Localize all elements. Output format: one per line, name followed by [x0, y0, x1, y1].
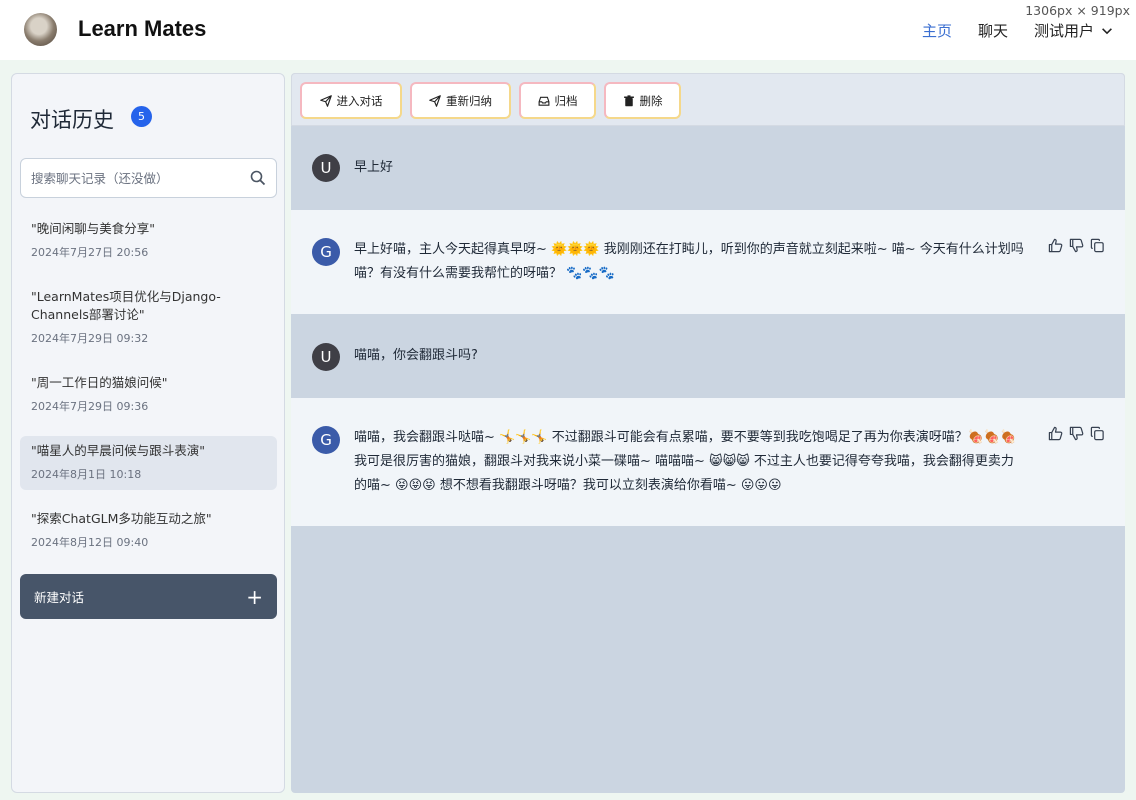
top-nav-bar: Learn Mates 主页 聊天 测试用户: [0, 0, 1136, 60]
delete-label: 删除: [639, 93, 663, 108]
conversation-item[interactable]: "探索ChatGLM多功能互动之旅" 2024年8月12日 09:40: [20, 504, 277, 558]
chevron-down-icon: [1102, 27, 1112, 34]
logo-avatar[interactable]: [24, 13, 57, 46]
thumbs-down-icon[interactable]: [1069, 426, 1084, 441]
message-actions: [1048, 426, 1105, 441]
conversation-date: 2024年7月27日 20:56: [31, 246, 149, 259]
thumbs-up-icon[interactable]: [1048, 426, 1063, 441]
search-icon[interactable]: [250, 170, 266, 186]
send-icon: [319, 94, 332, 107]
assistant-message: G 喵喵，我会翻跟斗哒喵~ 🤸🤸🤸 不过翻跟斗可能会有点累喵，要不要等到我吃饱喝…: [291, 398, 1125, 526]
conversation-item-active[interactable]: "喵星人的早晨问候与跟斗表演" 2024年8月1日 10:18: [20, 436, 277, 490]
assistant-avatar: G: [312, 238, 340, 266]
message-actions: [1048, 238, 1105, 253]
chat-panel: 进入对话 重新归纳 归档 删除 U 早上好 G 早上好喵，主人今天起得真早呀~ …: [291, 73, 1125, 793]
user-avatar: U: [312, 154, 340, 182]
enter-chat-label: 进入对话: [336, 93, 383, 108]
conversation-list: "晚间闲聊与美食分享" 2024年7月27日 20:56 "LearnMates…: [20, 214, 277, 572]
thumbs-down-icon[interactable]: [1069, 238, 1084, 253]
sidebar-title: 对话历史: [30, 108, 114, 132]
send-icon: [429, 94, 441, 107]
nav-chat-link[interactable]: 聊天: [978, 20, 1008, 41]
conversation-title: "周一工作日的猫娘问候": [31, 375, 168, 390]
user-menu-label: 测试用户: [1034, 22, 1095, 40]
conversation-title: "喵星人的早晨问候与跟斗表演": [31, 443, 205, 458]
conversation-count-badge: 5: [131, 106, 152, 127]
conversation-date: 2024年8月1日 10:18: [31, 468, 142, 481]
search-input[interactable]: [31, 170, 250, 186]
screen-size-overlay: 1306px × 919px: [1023, 3, 1132, 18]
conversation-title: "LearnMates项目优化与Django-Channels部署讨论": [31, 289, 221, 322]
conversation-sidebar: 对话历史 5 "晚间闲聊与美食分享" 2024年7月27日 20:56 "Lea…: [11, 73, 285, 793]
delete-button[interactable]: 删除: [604, 82, 681, 119]
conversation-date: 2024年8月12日 09:40: [31, 536, 149, 549]
assistant-avatar: G: [312, 426, 340, 454]
message-text: 喵喵，我会翻跟斗哒喵~ 🤸🤸🤸 不过翻跟斗可能会有点累喵，要不要等到我吃饱喝足了…: [354, 430, 1017, 493]
conversation-item[interactable]: "晚间闲聊与美食分享" 2024年7月27日 20:56: [20, 214, 277, 268]
message-text: 早上好: [354, 160, 394, 175]
enter-chat-button[interactable]: 进入对话: [300, 82, 402, 119]
copy-icon[interactable]: [1090, 238, 1105, 253]
archive-label: 归档: [554, 93, 578, 108]
conversation-date: 2024年7月29日 09:36: [31, 400, 149, 413]
user-avatar: U: [312, 343, 340, 371]
search-box: [20, 158, 277, 198]
conversation-title: "晚间闲聊与美食分享": [31, 221, 155, 236]
chat-toolbar: 进入对话 重新归纳 归档 删除: [291, 73, 1125, 126]
archive-button[interactable]: 归档: [519, 82, 596, 119]
new-chat-label: 新建对话: [34, 590, 85, 605]
assistant-message: G 早上好喵，主人今天起得真早呀~ 🌞🌞🌞 我刚刚还在打盹儿，听到你的声音就立刻…: [291, 210, 1125, 314]
user-message: U 早上好: [291, 126, 1125, 210]
inbox-icon: [538, 96, 549, 106]
conversation-title: "探索ChatGLM多功能互动之旅": [31, 511, 212, 526]
message-text: 早上好喵，主人今天起得真早呀~ 🌞🌞🌞 我刚刚还在打盹儿，听到你的声音就立刻起来…: [354, 242, 1024, 281]
message-text: 喵喵，你会翻跟斗吗?: [354, 348, 478, 363]
thumbs-up-icon[interactable]: [1048, 238, 1063, 253]
plus-icon: +: [246, 584, 263, 609]
resummarize-button[interactable]: 重新归纳: [410, 82, 511, 119]
user-message: U 喵喵，你会翻跟斗吗?: [291, 314, 1125, 398]
new-chat-button[interactable]: 新建对话 +: [20, 574, 277, 619]
trash-icon: [623, 94, 634, 106]
conversation-date: 2024年7月29日 09:32: [31, 332, 149, 345]
conversation-item[interactable]: "周一工作日的猫娘问候" 2024年7月29日 09:36: [20, 368, 277, 422]
nav-home-link[interactable]: 主页: [922, 20, 952, 41]
user-menu-dropdown[interactable]: 测试用户: [1034, 20, 1114, 41]
conversation-item[interactable]: "LearnMates项目优化与Django-Channels部署讨论" 202…: [20, 282, 277, 354]
copy-icon[interactable]: [1090, 426, 1105, 441]
brand-title[interactable]: Learn Mates: [78, 16, 206, 42]
resummarize-label: 重新归纳: [446, 93, 492, 108]
